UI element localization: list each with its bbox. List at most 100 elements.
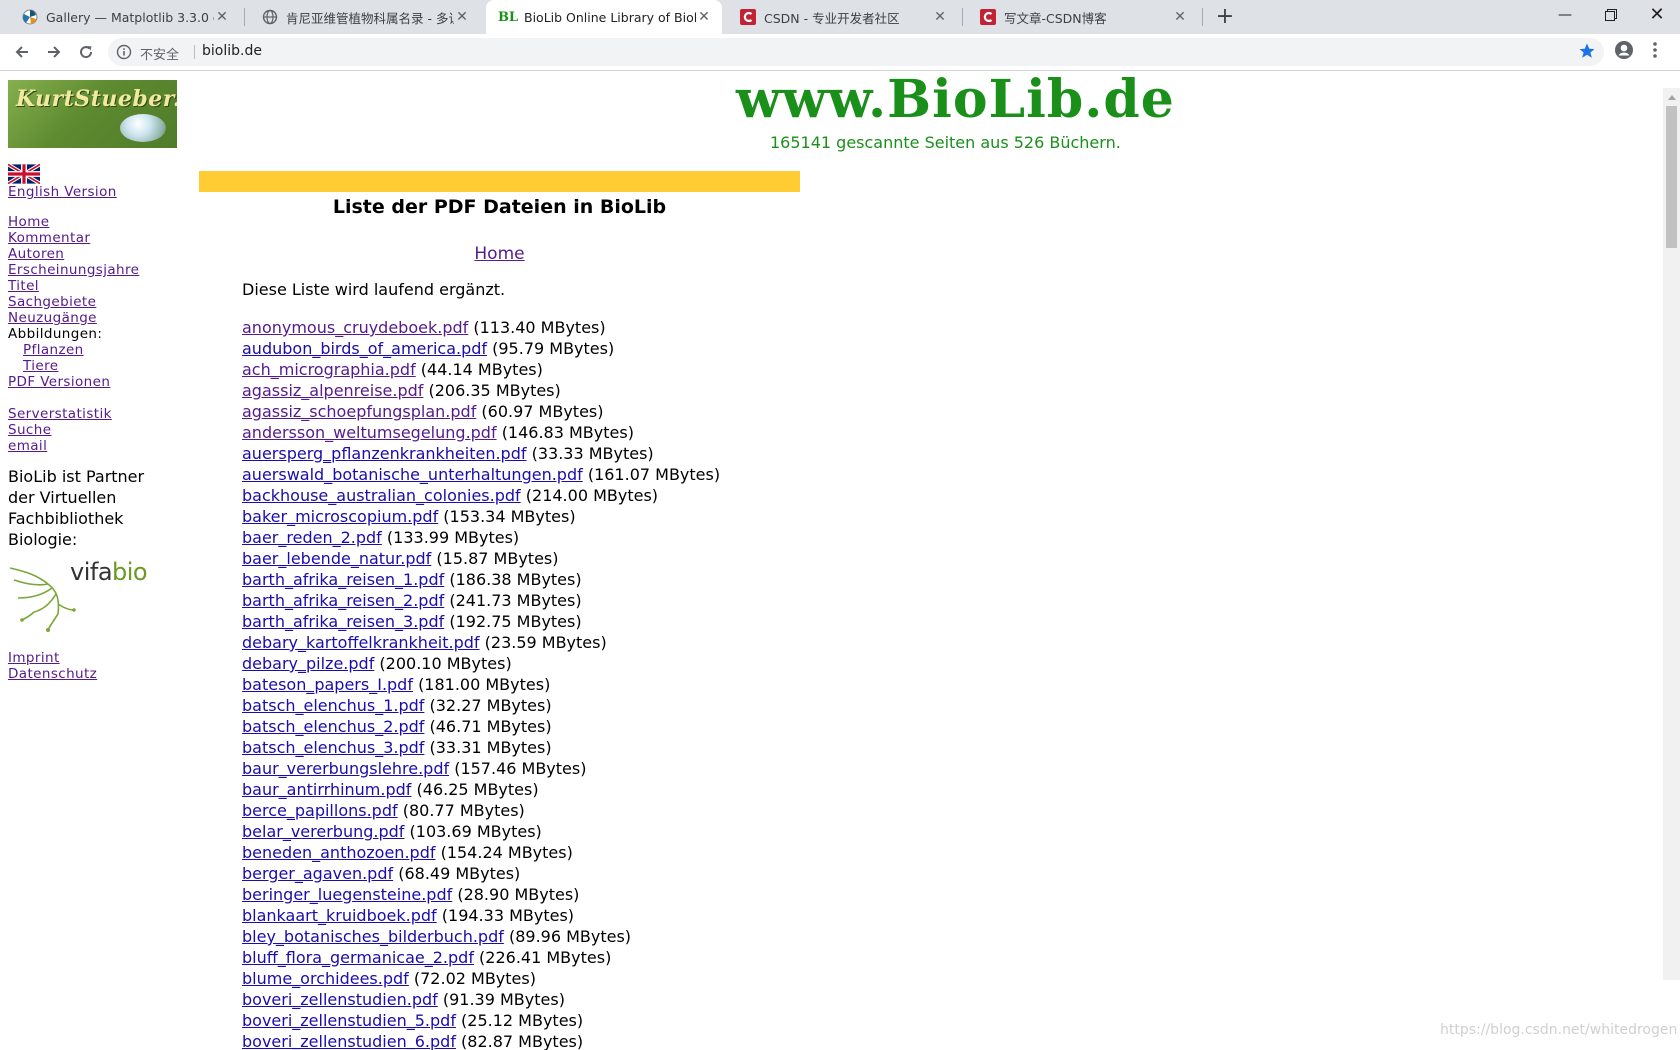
info-icon[interactable] [116,44,132,64]
url-text[interactable]: biolib.de [202,43,262,59]
pdf-size: (200.10 MBytes) [379,654,512,673]
nav-serverstatistik-link[interactable]: Serverstatistik [8,406,188,422]
address-bar[interactable]: 不安全 biolib.de [108,38,1604,66]
back-arrow-icon[interactable] [10,40,34,64]
pdf-link[interactable]: bluff_flora_germanicae_2.pdf [242,948,474,967]
partner-text: BioLib ist Partner der Virtuellen Fachbi… [8,467,145,549]
kurtstueber-logo[interactable]: KurtStueber.de [8,80,177,148]
nav-kommentar-link[interactable]: Kommentar [8,230,188,246]
nav-tiere-link[interactable]: Tiere [8,358,188,374]
pdf-link[interactable]: baur_vererbungslehre.pdf [242,759,449,778]
datenschutz-link[interactable]: Datenschutz [8,666,188,682]
pdf-link[interactable]: berce_papillons.pdf [242,801,398,820]
nav-autoren-link[interactable]: Autoren [8,246,188,262]
nav-pflanzen-link[interactable]: Pflanzen [8,342,188,358]
pdf-link[interactable]: boveri_zellenstudien_6.pdf [242,1032,456,1050]
pdf-link[interactable]: boveri_zellenstudien.pdf [242,990,438,1009]
pdf-link[interactable]: belar_vererbung.pdf [242,822,404,841]
uk-flag-icon[interactable] [8,164,40,184]
english-version-link[interactable]: English Version [8,184,188,200]
pdf-link[interactable]: baker_microscopium.pdf [242,507,438,526]
close-tab-icon[interactable]: ✕ [1172,9,1188,25]
pdf-link[interactable]: beringer_luegensteine.pdf [242,885,452,904]
pdf-link[interactable]: barth_afrika_reisen_2.pdf [242,591,444,610]
pdf-link[interactable]: audubon_birds_of_america.pdf [242,339,487,358]
new-tab-button[interactable]: + [1212,4,1238,30]
tab-csdn[interactable]: CSDN - 专业开发者社区 ✕ [726,0,958,34]
pdf-link[interactable]: batsch_elenchus_2.pdf [242,717,424,736]
pdf-link[interactable]: debary_kartoffelkrankheit.pdf [242,633,480,652]
pdf-list-item: bluff_flora_germanicae_2.pdf (226.41 MBy… [242,947,720,968]
pdf-link[interactable]: beneden_anthozoen.pdf [242,843,435,862]
pdf-link[interactable]: barth_afrika_reisen_1.pdf [242,570,444,589]
scrollbar[interactable] [1663,88,1680,980]
pdf-size: (226.41 MBytes) [479,948,612,967]
pdf-link[interactable]: agassiz_alpenreise.pdf [242,381,423,400]
nav-suche-link[interactable]: Suche [8,422,188,438]
tab-title: Gallery — Matplotlib 3.3.0 doc [46,9,214,25]
browser-toolbar: 不安全 biolib.de [0,34,1680,71]
pdf-link[interactable]: batsch_elenchus_3.pdf [242,738,424,757]
pdf-size: (95.79 MBytes) [492,339,615,358]
pdf-link[interactable]: backhouse_australian_colonies.pdf [242,486,521,505]
csdn-icon [980,9,996,25]
nav-sachgebiete-link[interactable]: Sachgebiete [8,294,188,310]
tab-kenya-plants[interactable]: 肯尼亚维管植物科属名录 - 多识植 ✕ [248,0,480,34]
home-link[interactable]: Home [199,244,800,264]
pdf-link[interactable]: auerswald_botanische_unterhaltungen.pdf [242,465,583,484]
pdf-link[interactable]: baer_reden_2.pdf [242,528,382,547]
pdf-link[interactable]: baur_antirrhinum.pdf [242,780,411,799]
imprint-link[interactable]: Imprint [8,650,188,666]
pdf-link[interactable]: baer_lebende_natur.pdf [242,549,431,568]
pdf-list-item: batsch_elenchus_3.pdf (33.31 MBytes) [242,737,720,758]
restore-icon[interactable] [1588,0,1634,30]
bookmark-star-icon[interactable] [1578,42,1596,64]
nav-erscheinungsjahre-link[interactable]: Erscheinungsjahre [8,262,188,278]
pdf-link[interactable]: bley_botanisches_bilderbuch.pdf [242,927,504,946]
pdf-link[interactable]: ach_micrographia.pdf [242,360,416,379]
pdf-link[interactable]: anonymous_cruydeboek.pdf [242,318,468,337]
nav-titel-link[interactable]: Titel [8,278,188,294]
profile-avatar-icon[interactable] [1614,40,1634,64]
nav-home-link[interactable]: Home [8,214,188,230]
tab-divider [244,8,245,26]
tab-matplotlib-gallery[interactable]: Gallery — Matplotlib 3.3.0 doc ✕ [8,0,240,34]
tab-biolib[interactable]: BL BioLib Online Library of Biolog ✕ [486,0,722,34]
pdf-link[interactable]: blankaart_kruidboek.pdf [242,906,437,925]
scrollbar-thumb[interactable] [1666,106,1677,248]
minimize-icon[interactable]: — [1542,0,1588,30]
tab-csdn-write[interactable]: 写文章-CSDN博客 ✕ [966,0,1198,34]
close-tab-icon[interactable]: ✕ [696,9,712,25]
pdf-link[interactable]: debary_pilze.pdf [242,654,374,673]
pdf-link[interactable]: bateson_papers_I.pdf [242,675,413,694]
pdf-list-item: baur_vererbungslehre.pdf (157.46 MBytes) [242,758,720,779]
pdf-size: (33.33 MBytes) [531,444,654,463]
pdf-link[interactable]: batsch_elenchus_1.pdf [242,696,424,715]
pdf-list-item: agassiz_schoepfungsplan.pdf (60.97 MByte… [242,401,720,422]
pdf-list-item: auersperg_pflanzenkrankheiten.pdf (33.33… [242,443,720,464]
nav-neuzugaenge-link[interactable]: Neuzugänge [8,310,188,326]
pdf-list: anonymous_cruydeboek.pdf (113.40 MBytes)… [242,317,720,1050]
close-window-icon[interactable]: ✕ [1634,0,1680,30]
nav-pdf-versionen-link[interactable]: PDF Versionen [8,374,188,390]
forward-arrow-icon[interactable] [42,40,66,64]
pdf-list-item: blankaart_kruidboek.pdf (194.33 MBytes) [242,905,720,926]
pdf-list-item: audubon_birds_of_america.pdf (95.79 MByt… [242,338,720,359]
close-tab-icon[interactable]: ✕ [932,9,948,25]
pdf-link[interactable]: berger_agaven.pdf [242,864,393,883]
scroll-up-arrow-icon[interactable] [1663,88,1680,105]
nav-email-link[interactable]: email [8,438,188,454]
pdf-link[interactable]: auersperg_pflanzenkrankheiten.pdf [242,444,527,463]
menu-kebab-icon[interactable] [1652,40,1658,64]
pdf-link[interactable]: andersson_weltumsegelung.pdf [242,423,497,442]
close-tab-icon[interactable]: ✕ [214,9,230,25]
vifabio-logo[interactable]: vifabio [8,554,158,634]
close-tab-icon[interactable]: ✕ [454,9,470,25]
pdf-size: (25.12 MBytes) [461,1011,584,1030]
reload-icon[interactable] [74,40,98,64]
pdf-list-item: debary_kartoffelkrankheit.pdf (23.59 MBy… [242,632,720,653]
pdf-link[interactable]: blume_orchidees.pdf [242,969,409,988]
pdf-link[interactable]: barth_afrika_reisen_3.pdf [242,612,444,631]
pdf-link[interactable]: agassiz_schoepfungsplan.pdf [242,402,476,421]
pdf-link[interactable]: boveri_zellenstudien_5.pdf [242,1011,456,1030]
